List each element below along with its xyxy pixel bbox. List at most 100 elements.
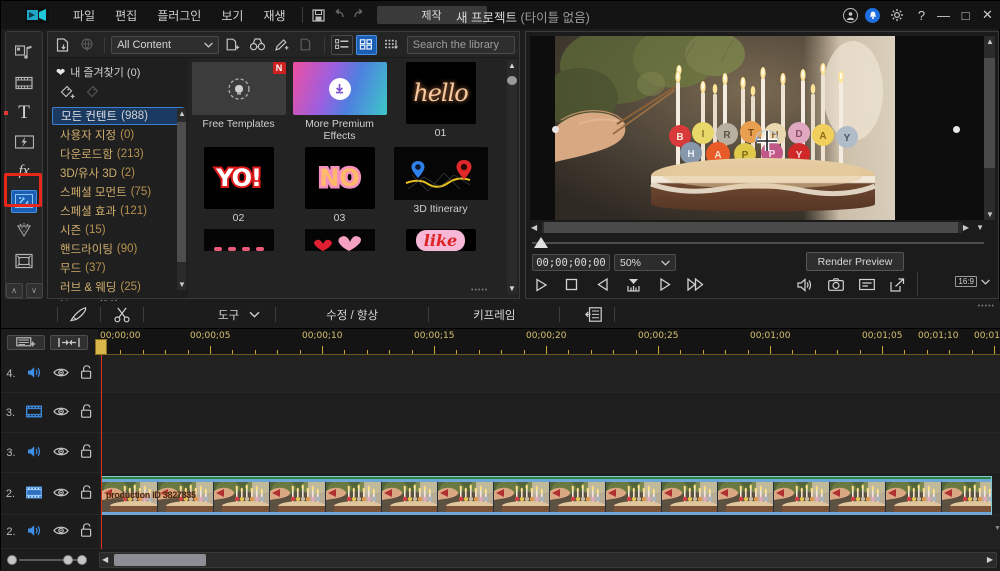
scroll-down-icon[interactable]: ▼: [986, 210, 994, 219]
menu-view[interactable]: 보기: [211, 3, 253, 28]
pen-icon[interactable]: [68, 305, 90, 325]
scrollbar-thumb[interactable]: [177, 122, 186, 262]
download-cloud-icon[interactable]: [77, 35, 99, 55]
track-lane-4-audio[interactable]: [98, 355, 1000, 392]
sidebar-item-title[interactable]: T: [11, 101, 37, 124]
fix-enhance-label[interactable]: 수정 / 향상: [322, 307, 382, 323]
scroll-left-icon[interactable]: ◀: [102, 555, 108, 564]
table-row[interactable]: 2. production ID 3827835: [1, 473, 1000, 516]
list-view-icon[interactable]: [330, 34, 353, 55]
unlock-icon[interactable]: [80, 485, 93, 502]
scroll-up-icon[interactable]: ▲: [508, 61, 516, 70]
timeline-ruler[interactable]: 00;00;00 00;00;05 00;00;10 00;00;15 00;0…: [98, 329, 1000, 355]
scroll-up-icon[interactable]: ▲: [178, 109, 186, 118]
list-item[interactable]: like: [390, 229, 491, 251]
eye-icon[interactable]: [52, 525, 69, 539]
scrubber-handle[interactable]: [534, 237, 548, 248]
unlock-icon[interactable]: [80, 444, 93, 461]
save-icon[interactable]: [309, 5, 329, 25]
track-lane-3-video[interactable]: [98, 393, 1000, 432]
sidebar-item-motion-graphic[interactable]: [11, 249, 37, 272]
track-lane-2-audio[interactable]: [98, 515, 1000, 548]
zoom-in-knob[interactable]: [63, 555, 73, 565]
eye-icon[interactable]: [53, 406, 69, 420]
mark-button[interactable]: [625, 276, 642, 293]
list-item[interactable]: 3D Itinerary: [390, 147, 491, 224]
video-track-icon[interactable]: [26, 486, 43, 502]
keyframe-label[interactable]: 키프레임: [469, 307, 519, 323]
scrollbar-thumb[interactable]: [984, 58, 995, 168]
scrollbar-thumb[interactable]: [507, 76, 517, 85]
new-folder-icon[interactable]: [222, 35, 244, 55]
content-filter-select[interactable]: All Content: [111, 35, 220, 54]
sidebar-item-fx[interactable]: fx: [11, 160, 37, 183]
thumbnail[interactable]: [304, 229, 375, 251]
account-icon[interactable]: [843, 7, 858, 23]
unlock-icon[interactable]: [80, 404, 93, 421]
camera-icon[interactable]: [827, 276, 844, 293]
scroll-down-icon[interactable]: ▼: [178, 280, 186, 289]
grid-scrollbar[interactable]: ▲ ▼: [507, 60, 517, 294]
eye-icon[interactable]: [52, 367, 69, 381]
track-header-2-audio[interactable]: 2.: [1, 515, 98, 548]
filter-icon[interactable]: ▼: [976, 223, 984, 232]
preview-horizontal-scrollbar[interactable]: ◀ ▶ ▼: [530, 222, 985, 233]
tree-item-3d[interactable]: 3D/유사 3D (2): [48, 163, 188, 182]
track-header-3-video[interactable]: 3.: [1, 393, 98, 432]
scissors-icon[interactable]: [111, 305, 133, 325]
render-preview-button[interactable]: Render Preview: [806, 252, 904, 271]
search-input[interactable]: Search the library: [406, 35, 516, 54]
preview-scrubber[interactable]: [532, 236, 984, 250]
tree-item-custom[interactable]: 사용자 지정 (0): [48, 125, 188, 144]
scroll-left-icon[interactable]: ◀: [531, 223, 537, 232]
track-header-2-video[interactable]: 2.: [1, 473, 98, 514]
previous-frame-button[interactable]: [594, 276, 611, 293]
tree-item-handwriting[interactable]: 핸드라이팅 (90): [48, 239, 188, 258]
import-media-icon[interactable]: [52, 35, 74, 55]
list-item[interactable]: YO! 02: [188, 147, 289, 224]
help-icon[interactable]: ?: [914, 8, 929, 23]
timecode-display[interactable]: 00;00;00;00: [532, 254, 610, 271]
scrollbar-thumb[interactable]: [544, 222, 958, 233]
tree-item-special-moment[interactable]: 스페셜 모먼트 (75): [48, 182, 188, 201]
tree-item-special-effect[interactable]: 스페셜 효과 (121): [48, 201, 188, 220]
list-item[interactable]: More Premium Effects: [289, 62, 390, 142]
maximize-button[interactable]: □: [958, 8, 973, 23]
table-row[interactable]: 4.: [1, 355, 1000, 393]
tree-item-mood[interactable]: 무드 (37): [48, 258, 188, 277]
table-row[interactable]: 2.: [1, 515, 1000, 549]
tag-remove-icon[interactable]: [86, 85, 102, 103]
move-crosshair-icon[interactable]: [752, 126, 782, 156]
gear-icon[interactable]: [887, 5, 907, 25]
thumbnail[interactable]: hello: [405, 62, 476, 124]
preview-vertical-scrollbar[interactable]: ▲ ▼: [984, 36, 995, 220]
thumbnail[interactable]: [393, 147, 488, 200]
list-item[interactable]: NO 03: [289, 147, 390, 224]
display-options-icon[interactable]: [858, 276, 875, 293]
menu-playback[interactable]: 재생: [253, 3, 295, 28]
sort-icon[interactable]: [380, 35, 402, 55]
eye-icon[interactable]: [53, 487, 69, 501]
list-item[interactable]: hello 01: [390, 62, 491, 142]
minimize-button[interactable]: —: [936, 8, 951, 23]
panel-resize-grip[interactable]: •••••: [978, 303, 995, 310]
export-icon[interactable]: [296, 35, 318, 55]
grid-view-icon[interactable]: [355, 34, 378, 55]
thumbnail[interactable]: like: [405, 229, 476, 251]
playhead[interactable]: [101, 355, 102, 549]
tools-menu-label[interactable]: 도구: [214, 307, 243, 323]
rail-scroll-down[interactable]: ∨: [25, 282, 43, 298]
track-lane-2-video[interactable]: production ID 3827835: [98, 473, 1000, 516]
timeline-clip[interactable]: production ID 3827835: [101, 476, 992, 516]
fast-forward-button[interactable]: [687, 276, 704, 293]
track-manager-icon[interactable]: [582, 305, 604, 325]
close-button[interactable]: ✕: [980, 7, 995, 23]
timeline-scroll-grip[interactable]: ▼: [994, 525, 1000, 539]
sidebar-item-effect[interactable]: [11, 190, 37, 213]
transform-handle-left[interactable]: [552, 126, 559, 133]
track-header-3-audio[interactable]: 3.: [1, 433, 98, 472]
scroll-up-icon[interactable]: ▲: [986, 37, 994, 46]
scrollbar-track[interactable]: [542, 222, 962, 233]
sidebar-item-media[interactable]: [11, 42, 37, 65]
speaker-icon[interactable]: [27, 366, 42, 382]
